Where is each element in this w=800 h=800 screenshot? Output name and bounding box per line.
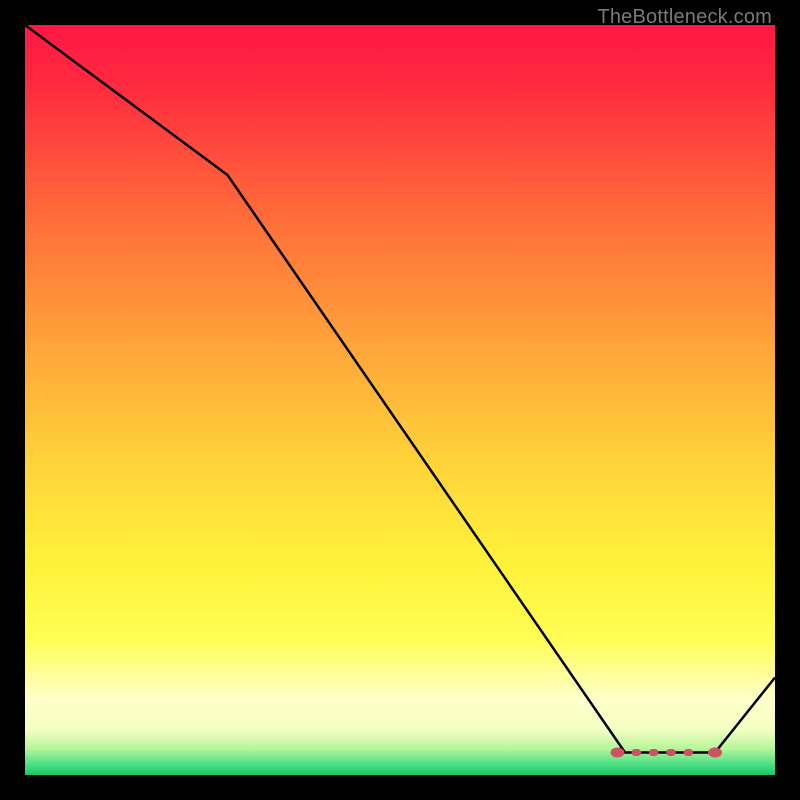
chart-container: TheBottleneck.com xyxy=(0,0,800,800)
chart-svg xyxy=(25,25,775,775)
chart-background xyxy=(25,25,775,775)
